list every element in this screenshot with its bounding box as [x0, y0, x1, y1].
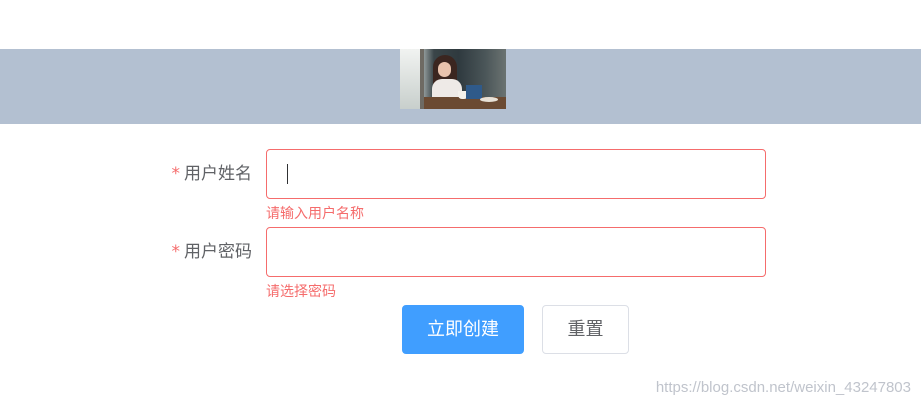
- watermark: https://blog.csdn.net/weixin_43247803: [655, 379, 911, 396]
- username-label-text: 用户姓名: [184, 164, 252, 184]
- photo-plate: [480, 97, 498, 102]
- text-caret: [287, 164, 288, 184]
- header-photo: [400, 49, 506, 109]
- username-input[interactable]: [266, 149, 766, 199]
- username-label: * 用户姓名: [150, 149, 253, 199]
- required-asterisk: *: [171, 242, 181, 262]
- reset-button[interactable]: 重置: [542, 305, 629, 354]
- photo-chair: [466, 85, 482, 99]
- password-input[interactable]: [266, 227, 766, 277]
- password-label-text: 用户密码: [184, 242, 252, 262]
- header-banner: [0, 49, 921, 124]
- username-error: 请输入用户名称: [266, 206, 364, 222]
- page: * 用户姓名 请输入用户名称 * 用户密码 请选择密码 立即创建 重置 https:…: [0, 0, 921, 406]
- create-button[interactable]: 立即创建: [402, 305, 524, 354]
- required-asterisk: *: [171, 164, 181, 184]
- password-label: * 用户密码: [150, 227, 253, 277]
- photo-window: [400, 49, 422, 109]
- password-error: 请选择密码: [266, 284, 336, 300]
- photo-figure-face: [438, 62, 451, 77]
